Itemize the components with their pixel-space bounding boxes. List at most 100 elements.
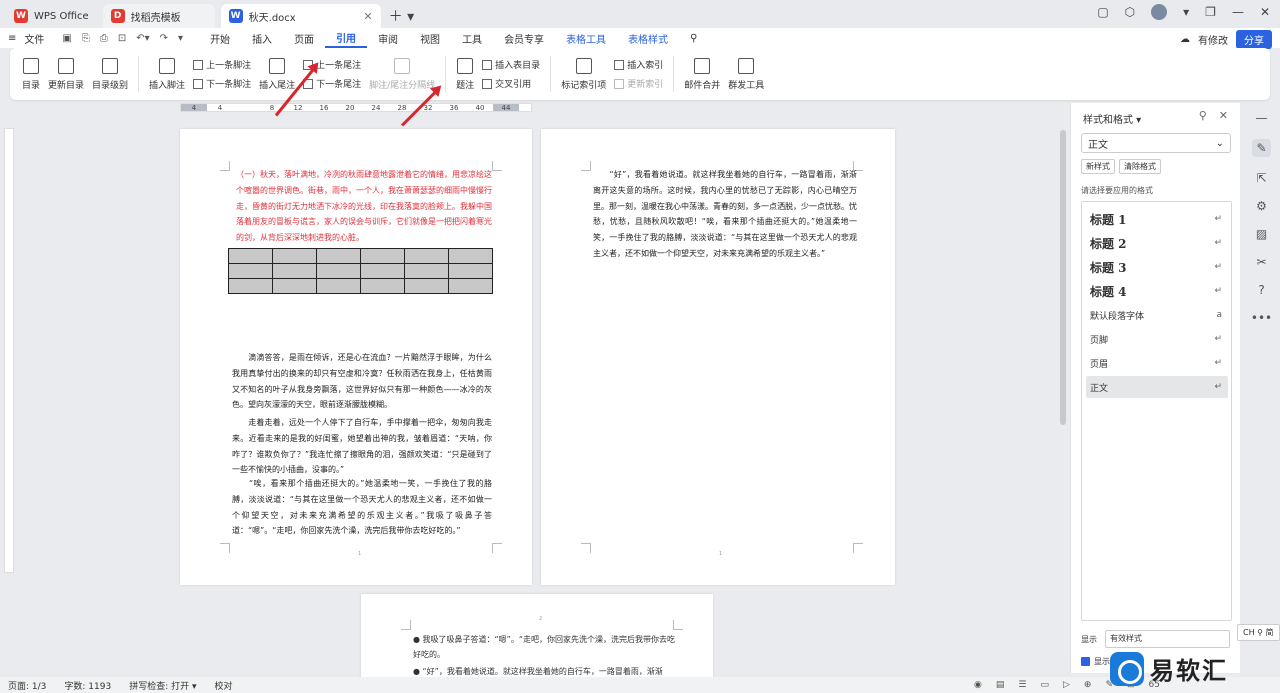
insert-tof-button[interactable]: 插入表目录 xyxy=(482,58,540,71)
clear-format-button[interactable]: 清除格式 xyxy=(1119,159,1161,174)
minus-icon[interactable]: — xyxy=(1256,111,1268,125)
preview-checkbox[interactable] xyxy=(1081,657,1090,666)
file-menu[interactable]: 文件 xyxy=(24,31,44,46)
insert-index-button[interactable]: 插入索引 xyxy=(614,58,663,71)
insert-tof-label: 插入表目录 xyxy=(495,61,541,71)
close-tab-icon[interactable]: ✕ xyxy=(363,10,372,23)
spell-check[interactable]: 拼写检查: 打开 ▾ xyxy=(129,679,196,692)
close-icon[interactable]: ✕ xyxy=(1260,5,1270,19)
new-tab-icon[interactable]: ＋ ▾ xyxy=(389,4,414,28)
page-view-icon[interactable]: ▤ xyxy=(996,680,1005,690)
caption-button[interactable]: 题注 xyxy=(452,52,478,96)
word-count[interactable]: 字数: 1193 xyxy=(64,679,111,692)
style-item-header[interactable]: 页眉 ↵ xyxy=(1086,352,1228,374)
group-send-button[interactable]: 群发工具 xyxy=(724,52,768,96)
tab-table-tools[interactable]: 表格工具 xyxy=(555,28,617,48)
close-panel-icon[interactable]: ✕ xyxy=(1219,109,1228,122)
hamburger-icon[interactable]: ≡ xyxy=(8,33,16,44)
page-1[interactable]: （一）秋天，落叶满地，冷冽的秋雨肆意地露泄着它的情绪，用悲凉绘这个喧嚣的世界调色… xyxy=(180,129,532,585)
vertical-scrollbar[interactable] xyxy=(1060,130,1066,425)
redo-icon[interactable]: ↷ xyxy=(160,33,168,44)
panel-title[interactable]: 样式和格式 ▾ xyxy=(1083,111,1141,126)
settings-icon[interactable]: ⚙ xyxy=(1256,199,1267,213)
style-item-default-font[interactable]: 默认段落字体 a xyxy=(1086,304,1228,326)
paragraph[interactable]: 滴滴答答，是雨在倾诉，还是心在流血？一片黯然浮于眼眸，为什么我用真挚付出的换来的… xyxy=(232,350,492,413)
tools-icon[interactable]: ✂ xyxy=(1256,255,1266,269)
cursor-icon[interactable]: ⇱ xyxy=(1256,171,1266,185)
restore-icon[interactable]: ❐ xyxy=(1205,5,1216,19)
tab-review[interactable]: 审阅 xyxy=(367,28,409,48)
tab-template[interactable]: D 找稻壳模板 xyxy=(102,4,215,28)
tab-start[interactable]: 开始 xyxy=(199,28,241,48)
current-style-select[interactable]: 正文 ⌄ xyxy=(1081,133,1231,153)
share-button[interactable]: 分享 xyxy=(1236,30,1272,49)
page-count[interactable]: 页面: 1/3 xyxy=(8,679,46,692)
tab-wps-office[interactable]: W WPS Office xyxy=(6,4,97,28)
next-footnote-button[interactable]: 下一条脚注 xyxy=(193,77,251,90)
tab-document[interactable]: W 秋天.docx ✕ xyxy=(220,4,381,28)
page-2[interactable]: “好”，我看着她说道。就这样我坐着她的自行车，一路冒着雨，渐渐离开这失意的场所。… xyxy=(541,129,895,585)
tab-insert[interactable]: 插入 xyxy=(241,28,283,48)
paragraph[interactable]: “好”，我看着她说道。就这样我坐着她的自行车，一路冒着雨，渐渐离开这失意的场所。… xyxy=(593,167,857,262)
vertical-ruler[interactable] xyxy=(4,128,14,573)
style-item-heading4[interactable]: 标题 4 ↵ xyxy=(1086,280,1228,302)
document-table[interactable] xyxy=(228,248,493,294)
paragraph[interactable]: “唉，看来那个插曲还挺大的。”她温柔地一笑，一手挽住了我的胳膊，淡淡说道：“与其… xyxy=(232,476,492,539)
eye-icon[interactable]: ◉ xyxy=(974,680,982,690)
cube-icon[interactable]: ⬡ xyxy=(1125,5,1135,19)
style-item-heading2[interactable]: 标题 2 ↵ xyxy=(1086,232,1228,254)
style-item-heading1[interactable]: 标题 1 ↵ xyxy=(1086,208,1228,230)
prev-footnote-button[interactable]: 上一条脚注 xyxy=(193,58,251,71)
update-toc-button[interactable]: 更新目录 xyxy=(44,52,88,96)
proof[interactable]: 校对 xyxy=(215,679,233,692)
tab-table-style[interactable]: 表格样式 xyxy=(617,28,679,48)
list-item[interactable]: ● 我吸了吸鼻子答道：“嗯”。“走吧，你回家先洗个澡，洗完后我带你去吃好吃的。 xyxy=(413,632,675,662)
style-name: 标题 2 xyxy=(1090,236,1127,251)
update-index-button[interactable]: 更新索引 xyxy=(614,77,663,90)
minimize-icon[interactable]: — xyxy=(1232,5,1244,19)
tab-view[interactable]: 视图 xyxy=(409,28,451,48)
search-icon[interactable]: ⚲ xyxy=(679,28,708,48)
pin-icon[interactable]: ⚲ xyxy=(1199,109,1207,122)
play-icon[interactable]: ▷ xyxy=(1063,680,1070,690)
tab-page[interactable]: 页面 xyxy=(283,28,325,48)
avatar[interactable] xyxy=(1151,4,1168,20)
tab-references[interactable]: 引用 xyxy=(325,28,368,48)
ime-indicator[interactable]: CH ⚲ 简 xyxy=(1237,624,1280,641)
help-icon[interactable]: ? xyxy=(1258,283,1264,297)
toc-level-button[interactable]: 目录级别 xyxy=(88,52,132,96)
style-item-heading3[interactable]: 标题 3 ↵ xyxy=(1086,256,1228,278)
more-icon[interactable]: ▾ xyxy=(178,33,183,44)
print-icon[interactable]: ⎙ xyxy=(100,33,108,44)
style-item-footer[interactable]: 页脚 ↵ xyxy=(1086,328,1228,350)
next-endnote-button[interactable]: 下一条尾注 xyxy=(303,77,361,90)
style-item-body[interactable]: 正文 ↵ xyxy=(1086,376,1228,398)
horizontal-ruler[interactable]: 4 4 8 12 16 20 24 28 32 36 40 44 xyxy=(180,103,532,112)
toc-button[interactable]: 目录 xyxy=(18,52,44,96)
mark-index-button[interactable]: 标记索引项 xyxy=(557,52,610,96)
outline-view-icon[interactable]: ☰ xyxy=(1018,680,1026,690)
globe-icon[interactable]: ⊕ xyxy=(1084,680,1092,690)
image-icon[interactable]: ▨ xyxy=(1256,227,1267,241)
mail-merge-button[interactable]: 邮件合并 xyxy=(680,52,724,96)
export-icon[interactable]: ⎘ xyxy=(82,33,90,44)
more-icon[interactable]: ••• xyxy=(1251,311,1272,325)
undo-icon[interactable]: ↶▾ xyxy=(136,33,149,44)
cross-reference-button[interactable]: 交叉引用 xyxy=(482,77,540,90)
footnote-separator-button[interactable]: 脚注/尾注分隔线 xyxy=(365,52,439,96)
pen-icon[interactable]: ✎ xyxy=(1252,139,1271,157)
web-view-icon[interactable]: ▭ xyxy=(1040,680,1049,690)
window-icon[interactable]: ▢ xyxy=(1097,5,1108,19)
insert-footnote-button[interactable]: 插入脚注 xyxy=(145,52,189,96)
chevron-down-icon[interactable]: ▾ xyxy=(1183,5,1189,19)
red-paragraph[interactable]: （一）秋天，落叶满地，冷冽的秋雨肆意地露泄着它的情绪，用悲凉绘这个喧嚣的世界调色… xyxy=(236,167,492,246)
paragraph[interactable]: 走着走着，远处一个人停下了自行车，手中撑着一把伞，匆匆向我走来。近看走来的是我的… xyxy=(232,415,492,478)
mail-merge-label: 邮件合并 xyxy=(684,80,721,91)
cross-reference-icon xyxy=(482,78,493,89)
tab-member[interactable]: 会员专享 xyxy=(493,28,555,48)
new-style-button[interactable]: 新样式 xyxy=(1081,159,1115,174)
insert-endnote-button[interactable]: 插入尾注 xyxy=(255,52,299,96)
preview-icon[interactable]: ⊡ xyxy=(118,33,126,44)
save-icon[interactable]: ▣ xyxy=(62,33,71,44)
tab-tools[interactable]: 工具 xyxy=(451,28,493,48)
